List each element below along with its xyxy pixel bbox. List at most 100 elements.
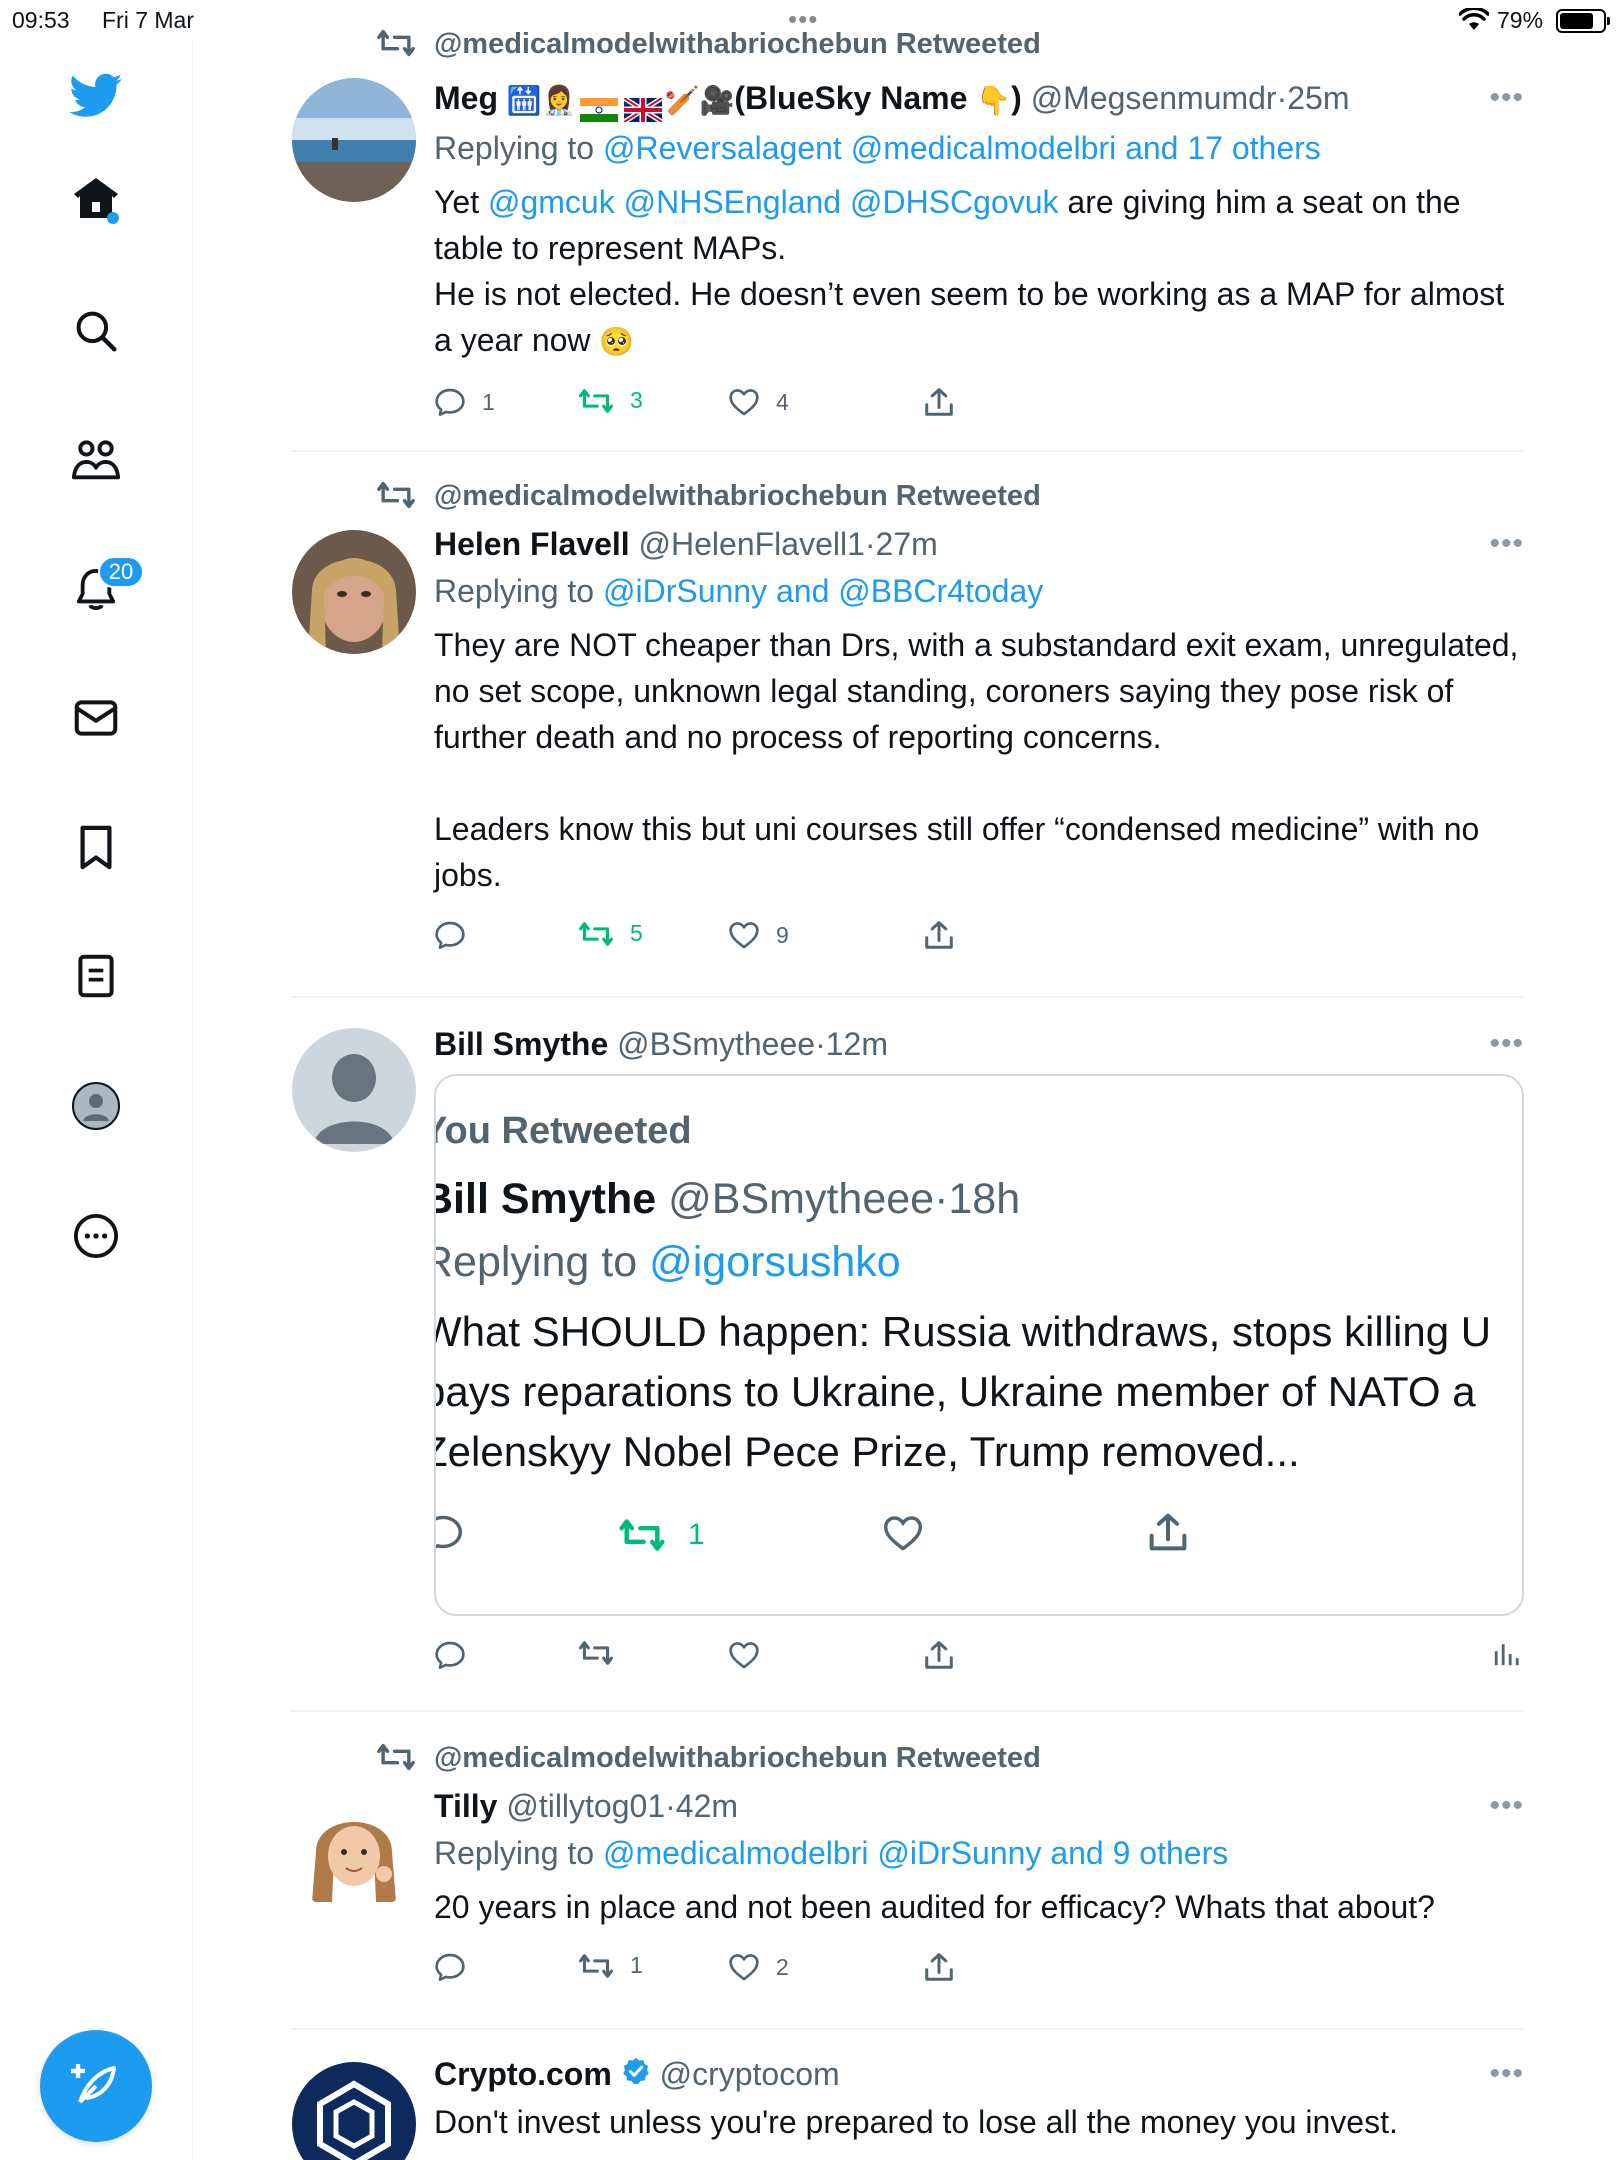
display-name[interactable]: Bill Smythe	[434, 1026, 608, 1062]
tweet-header: Crypto.com @cryptocom •••	[434, 2052, 1524, 2099]
avatar[interactable]	[292, 78, 416, 202]
screenshot-retweeted-label: You Retweeted	[434, 1110, 692, 1152]
tweet-header: Helen Flavell @HelenFlavell1·27m •••	[434, 522, 1524, 566]
pleading-face-emoji-icon: 🥺	[599, 326, 635, 358]
reply-button[interactable]	[434, 1952, 482, 1982]
replying-to-targets[interactable]: @medicalmodelbri @iDrSunny and 9 others	[603, 1835, 1228, 1871]
display-name[interactable]: Tilly	[434, 1788, 497, 1824]
reply-button[interactable]: 1	[434, 387, 495, 417]
twitter-logo-icon[interactable]	[64, 64, 128, 128]
retweet-count: 1	[630, 1952, 643, 1978]
uk-flag-icon	[622, 89, 663, 124]
tweet[interactable]: Bill Smythe @BSmytheee·12m ••• You Retwe…	[290, 998, 1524, 1712]
india-flag-icon	[579, 89, 618, 122]
screenshot-share-icon	[1148, 1512, 1188, 1557]
tweet-text: Yet @gmcuk @NHSEngland @DHSCgovuk are gi…	[434, 179, 1524, 366]
like-button[interactable]: 9	[728, 920, 789, 950]
display-name-suffix: (BlueSky Name	[734, 80, 968, 116]
timestamp[interactable]: 42m	[676, 1788, 738, 1824]
timestamp[interactable]: 27m	[876, 526, 938, 562]
reply-count: 1	[482, 388, 495, 415]
display-name-close: )	[1011, 80, 1022, 116]
attached-screenshot-image[interactable]: You Retweeted Bill Smythe @BSmytheee·18h…	[434, 1074, 1524, 1616]
tweet-text: Don't invest unless you're prepared to l…	[434, 2103, 1398, 2140]
avatar[interactable]	[292, 530, 416, 654]
screenshot-replying-to: Replying to @igorsushko	[434, 1230, 1522, 1294]
screenshot-text-line: pays reparations to Ukraine, Ukraine mem…	[434, 1368, 1476, 1415]
user-handle[interactable]: @BSmytheee	[617, 1026, 815, 1062]
user-handle[interactable]: @Megsenmumdr	[1031, 80, 1277, 116]
screenshot-like-icon	[882, 1514, 924, 1557]
tweet-header: Bill Smythe @BSmytheee·12m •••	[434, 1022, 1524, 1066]
status-time: 09:53	[12, 7, 70, 33]
display-name[interactable]: Meg	[434, 80, 498, 116]
share-button[interactable]	[924, 1952, 954, 1982]
profile-avatar-icon[interactable]	[64, 1074, 128, 1138]
retweeted-by-label[interactable]: @medicalmodelwithabriochebun Retweeted	[434, 28, 1041, 61]
retweeted-by-label[interactable]: @medicalmodelwithabriochebun Retweeted	[434, 1742, 1041, 1775]
screenshot-actions: 1	[436, 1492, 1522, 1582]
tweet-more-icon[interactable]: •••	[1489, 1784, 1524, 1828]
replying-to-targets[interactable]: @Reversalagent @medicalmodelbri and 17 o…	[603, 130, 1321, 166]
user-handle[interactable]: @cryptocom	[660, 2056, 840, 2092]
tweet[interactable]: @medicalmodelwithabriochebun Retweeted T…	[290, 1712, 1524, 2030]
retweet-button[interactable]	[578, 1640, 614, 1666]
tweet-mentions[interactable]: @gmcuk @NHSEngland @DHSCgovuk	[488, 184, 1059, 220]
tweet-more-icon[interactable]: •••	[1489, 522, 1524, 566]
search-icon[interactable]	[64, 299, 128, 363]
screenshot-reply-icon	[436, 1514, 464, 1557]
communities-icon[interactable]	[64, 428, 128, 492]
screenshot-replying-label: Replying to	[434, 1238, 638, 1286]
lists-icon[interactable]	[64, 944, 128, 1008]
like-count: 9	[776, 921, 789, 948]
tweet-text-part: Yet	[434, 183, 488, 220]
screenshot-retweet-count: 1	[688, 1518, 705, 1551]
retweeted-by-label[interactable]: @medicalmodelwithabriochebun Retweeted	[434, 480, 1041, 513]
like-count: 4	[776, 388, 789, 415]
screenshot-text-line: Zelenskyy Nobel Pece Prize, Trump remove…	[434, 1428, 1300, 1475]
share-button[interactable]	[924, 1640, 954, 1670]
display-name[interactable]: Helen Flavell	[434, 526, 630, 562]
messages-envelope-icon[interactable]	[64, 686, 128, 750]
reply-button[interactable]	[434, 920, 482, 950]
notification-count-badge: 20	[98, 556, 144, 588]
replying-to-targets[interactable]: @iDrSunny and @BBCr4today	[603, 573, 1043, 609]
sidebar: 20	[0, 40, 193, 2160]
share-button[interactable]	[924, 387, 954, 417]
home-unread-dot	[107, 212, 119, 224]
battery-fill	[1560, 13, 1594, 29]
bookmarks-icon[interactable]	[64, 816, 128, 880]
tweet-more-icon[interactable]: •••	[1489, 2052, 1524, 2096]
retweet-button[interactable]: 3	[578, 387, 643, 414]
avatar[interactable]	[292, 2062, 416, 2160]
analytics-button[interactable]	[1492, 1640, 1520, 1668]
share-button[interactable]	[924, 920, 954, 950]
user-handle[interactable]: @tillytog01	[506, 1788, 665, 1824]
replying-to: Replying to @medicalmodelbri @iDrSunny a…	[434, 1828, 1524, 1878]
tweet[interactable]: Crypto.com @cryptocom ••• Don't invest u…	[290, 2030, 1524, 2160]
avatar[interactable]	[292, 1028, 416, 1152]
tweet-text: They are NOT cheaper than Drs, with a su…	[434, 627, 1519, 893]
avatar[interactable]	[292, 1792, 416, 1916]
user-handle[interactable]: @HelenFlavell1	[639, 526, 865, 562]
compose-tweet-button[interactable]	[40, 2030, 152, 2142]
timestamp[interactable]: 12m	[826, 1026, 888, 1062]
tweet[interactable]: @medicalmodelwithabriochebun Retweeted H…	[290, 452, 1524, 998]
tweet-more-icon[interactable]: •••	[1489, 76, 1524, 120]
more-options-icon[interactable]	[64, 1204, 128, 1268]
tweet-actions: 1 3 4	[434, 375, 1524, 437]
tweet[interactable]: @medicalmodelwithabriochebun Retweeted M…	[290, 22, 1524, 452]
like-button[interactable]	[728, 1640, 760, 1670]
like-button[interactable]: 4	[728, 387, 789, 417]
reply-button[interactable]	[434, 1640, 466, 1670]
retweet-icon	[376, 28, 416, 66]
display-name[interactable]: Crypto.com	[434, 2056, 612, 2092]
retweet-button[interactable]: 1	[578, 1952, 643, 1979]
retweet-button[interactable]: 5	[578, 920, 643, 947]
replying-to: Replying to @iDrSunny and @BBCr4today	[434, 566, 1524, 616]
screenshot-timestamp: 18h	[948, 1175, 1021, 1223]
like-button[interactable]: 2	[728, 1952, 789, 1982]
tweet-more-icon[interactable]: •••	[1489, 1022, 1524, 1066]
timestamp[interactable]: 25m	[1287, 80, 1349, 116]
screenshot-text-line: What SHOULD happen: Russia withdraws, st…	[434, 1308, 1492, 1355]
